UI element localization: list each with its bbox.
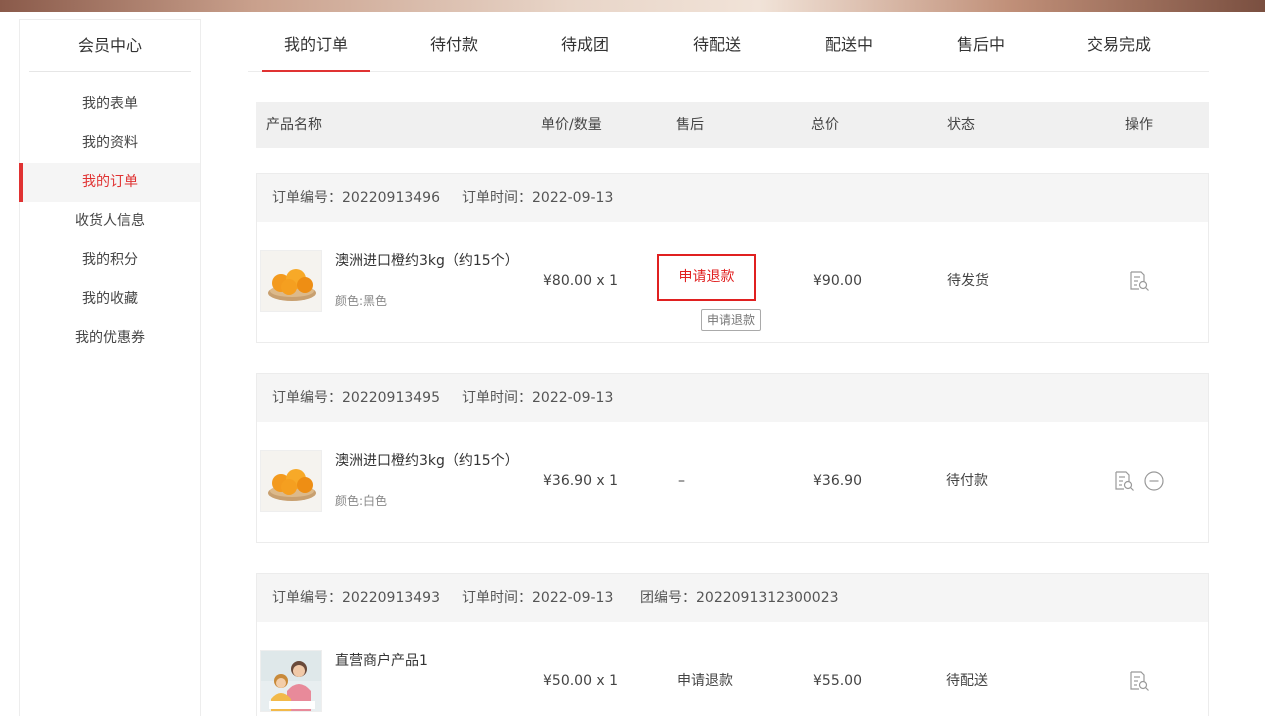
order-card: 订单编号：20220913493 订单时间：2022-09-13 团编号：202… xyxy=(256,573,1209,716)
sidebar-item-coupons[interactable]: 我的优惠券 xyxy=(20,319,200,358)
sidebar-item-orders[interactable]: 我的订单 xyxy=(19,163,200,202)
order-total: ¥55.00 xyxy=(813,673,862,689)
order-table-header: 产品名称 单价/数量 售后 总价 状态 操作 xyxy=(256,102,1209,148)
order-card: 订单编号：20220913495 订单时间：2022-09-13 澳洲进口橙约3… xyxy=(256,373,1209,543)
refund-tooltip: 申请退款 xyxy=(701,309,762,331)
cancel-order-icon[interactable] xyxy=(1143,470,1165,492)
tab-delivering[interactable]: 配送中 xyxy=(803,19,895,71)
order-tabs: 我的订单 待付款 待成团 待配送 配送中 售后中 交易完成 xyxy=(248,19,1209,72)
order-number: 订单编号：20220913495 xyxy=(272,390,440,406)
sidebar-item-favorites[interactable]: 我的收藏 xyxy=(20,280,200,319)
tab-pending-payment[interactable]: 待付款 xyxy=(408,19,500,71)
product-name[interactable]: 澳洲进口橙约3kg（约15个） xyxy=(335,250,519,270)
order-header: 订单编号：20220913493 订单时间：2022-09-13 团编号：202… xyxy=(257,574,1208,622)
order-status: 待付款 xyxy=(946,473,988,489)
apply-refund-link[interactable]: 申请退款 xyxy=(677,672,733,690)
after-sale-none: – xyxy=(678,473,685,489)
price-quantity: ¥50.00 x 1 xyxy=(543,673,619,689)
order-row: 澳洲进口橙约3kg（约15个） 颜色:白色 ¥36.90 x 1 – ¥36.9… xyxy=(257,422,1208,542)
product-image-merchant[interactable] xyxy=(260,650,322,712)
order-status: 待发货 xyxy=(947,273,989,289)
product-image-orange[interactable] xyxy=(260,450,322,512)
col-product-name: 产品名称 xyxy=(266,117,322,133)
sidebar-menu: 我的表单 我的资料 我的订单 收货人信息 我的积分 我的收藏 我的优惠券 xyxy=(19,85,200,358)
order-total: ¥90.00 xyxy=(813,273,862,289)
product-attribute: 颜色:白色 xyxy=(335,494,388,508)
col-after-sale: 售后 xyxy=(676,117,704,133)
member-sidebar: 会员中心 我的表单 我的资料 我的订单 收货人信息 我的积分 我的收藏 我的优惠… xyxy=(19,19,201,716)
sidebar-title: 会员中心 xyxy=(29,20,191,72)
col-status: 状态 xyxy=(947,117,975,133)
product-attribute: 颜色:黑色 xyxy=(335,294,388,308)
order-number: 订单编号：20220913496 xyxy=(272,190,440,206)
sidebar-item-profile[interactable]: 我的资料 xyxy=(20,124,200,163)
tab-completed[interactable]: 交易完成 xyxy=(1065,19,1173,71)
col-total: 总价 xyxy=(811,117,839,133)
top-banner-strip xyxy=(0,0,1265,12)
order-total: ¥36.90 xyxy=(813,473,862,489)
sidebar-item-forms[interactable]: 我的表单 xyxy=(20,85,200,124)
product-name[interactable]: 直营商户产品1 xyxy=(335,650,428,670)
product-name[interactable]: 澳洲进口橙约3kg（约15个） xyxy=(335,450,519,470)
order-row: 直营商户产品1 ¥50.00 x 1 申请退款 ¥55.00 待配送 xyxy=(257,622,1208,716)
apply-refund-button[interactable]: 申请退款 xyxy=(657,254,756,301)
price-quantity: ¥36.90 x 1 xyxy=(543,473,619,489)
col-price-qty: 单价/数量 xyxy=(541,117,602,133)
sidebar-item-consignee[interactable]: 收货人信息 xyxy=(20,202,200,241)
order-card: 订单编号：20220913496 订单时间：2022-09-13 澳洲进口橙约3… xyxy=(256,173,1209,343)
order-row: 澳洲进口橙约3kg（约15个） 颜色:黑色 ¥80.00 x 1 申请退款 申请… xyxy=(257,222,1208,342)
product-image-orange[interactable] xyxy=(260,250,322,312)
order-status: 待配送 xyxy=(946,673,988,689)
order-detail-icon[interactable] xyxy=(1128,270,1150,292)
col-ops: 操作 xyxy=(1125,117,1153,133)
price-quantity: ¥80.00 x 1 xyxy=(543,273,619,289)
group-number: 团编号：2022091312300023 xyxy=(640,590,839,606)
tab-pending-group[interactable]: 待成团 xyxy=(539,19,631,71)
tab-my-orders[interactable]: 我的订单 xyxy=(262,19,370,72)
order-header: 订单编号：20220913496 订单时间：2022-09-13 xyxy=(257,174,1208,222)
order-detail-icon[interactable] xyxy=(1113,470,1135,492)
order-time: 订单时间：2022-09-13 xyxy=(462,590,614,606)
order-detail-icon[interactable] xyxy=(1128,670,1150,692)
order-number: 订单编号：20220913493 xyxy=(272,590,440,606)
sidebar-item-points[interactable]: 我的积分 xyxy=(20,241,200,280)
order-time: 订单时间：2022-09-13 xyxy=(462,190,614,206)
tab-after-sale[interactable]: 售后中 xyxy=(935,19,1027,71)
order-header: 订单编号：20220913495 订单时间：2022-09-13 xyxy=(257,374,1208,422)
order-time: 订单时间：2022-09-13 xyxy=(462,390,614,406)
tab-pending-delivery[interactable]: 待配送 xyxy=(671,19,763,71)
